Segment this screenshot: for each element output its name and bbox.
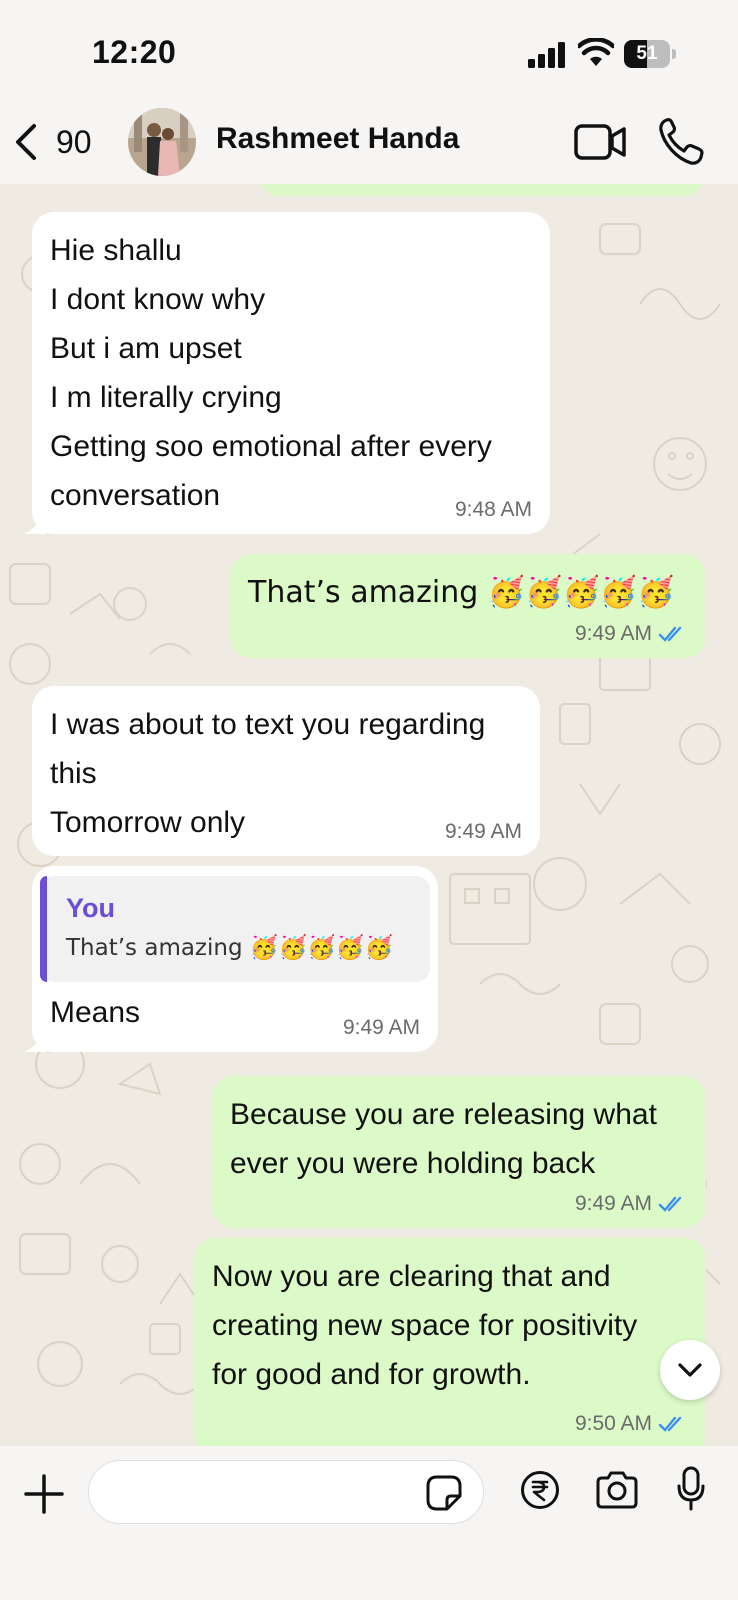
chevron-down-icon [678,1363,702,1377]
message-text: Hie shallu I dont know why But i am upse… [50,234,492,512]
back-button[interactable]: 90 [12,114,102,170]
message-time: 9:49 AM [574,1192,652,1215]
quoted-message[interactable]: You That’s amazing 🥳🥳🥳🥳🥳 [40,876,430,982]
status-time: 12:20 [92,34,177,70]
message-outgoing[interactable]: Because you are releasing what ever you … [212,1076,706,1228]
unread-count: 90 [56,123,92,160]
message-outgoing[interactable]: That’s amazing 🥳🥳🥳🥳🥳 9:49 AM [230,554,706,658]
message-time: 9:49 AM [574,622,652,645]
message-incoming[interactable]: I was about to text you regarding this T… [32,686,540,856]
avatar[interactable] [128,108,196,176]
avatar-photo [128,108,196,176]
previous-message-edge [262,184,702,196]
message-input[interactable] [109,1471,409,1515]
message-incoming[interactable]: Hie shallu I dont know why But i am upse… [24,212,550,534]
contact-name[interactable]: Rashmeet Handa [216,122,459,156]
read-receipt-icon [658,1416,682,1432]
chat-header: 90 Rashmeet Handa [0,100,738,184]
message-time: 9:49 AM [444,820,522,843]
message-time: 9:49 AM [342,1016,420,1039]
video-call-icon[interactable] [574,120,626,164]
message-time: 9:48 AM [454,498,532,521]
message-meta: 9:49 AM [575,1192,688,1216]
message-text: Because you are releasing what ever you … [230,1098,657,1180]
battery-level: 51 [636,43,658,64]
read-receipt-icon [658,626,682,642]
chat-area[interactable]: Hie shallu I dont know why But i am upse… [0,184,738,1446]
message-incoming-reply[interactable]: You That’s amazing 🥳🥳🥳🥳🥳 Means 9:49 AM [24,866,438,1052]
microphone-icon[interactable] [676,1466,706,1512]
quote-accent-bar [40,876,47,982]
plus-icon[interactable] [22,1472,66,1516]
message-meta: 9:49 AM [343,1016,420,1040]
cellular-signal-icon [528,42,565,68]
message-composer [0,1446,738,1600]
message-text: Now you are clearing that and creating n… [212,1260,638,1391]
quote-text: That’s amazing 🥳🥳🥳🥳🥳 [66,935,394,961]
message-meta: 9:49 AM [575,622,688,646]
chevron-left-icon [16,124,36,160]
bubble-tail [24,1032,46,1052]
message-text: That’s amazing 🥳🥳🥳🥳🥳 [248,575,675,610]
phone-icon[interactable] [658,116,704,166]
scroll-to-bottom-button[interactable] [660,1340,720,1400]
battery-indicator: 51 [624,40,676,68]
status-bar: 12:20 51 [0,0,738,100]
sticker-icon[interactable] [425,1474,463,1512]
camera-icon[interactable] [594,1470,640,1510]
wifi-icon [578,38,614,66]
rupee-icon[interactable] [520,1470,560,1510]
message-outgoing[interactable]: Now you are clearing that and creating n… [194,1238,706,1446]
message-meta: 9:50 AM [575,1412,688,1436]
read-receipt-icon [658,1196,682,1212]
message-meta: 9:48 AM [455,498,532,522]
quote-author: You [66,893,115,923]
message-time: 9:50 AM [574,1412,652,1435]
message-input-container[interactable] [88,1460,484,1524]
message-meta: 9:49 AM [445,820,522,844]
bubble-tail [24,514,46,534]
